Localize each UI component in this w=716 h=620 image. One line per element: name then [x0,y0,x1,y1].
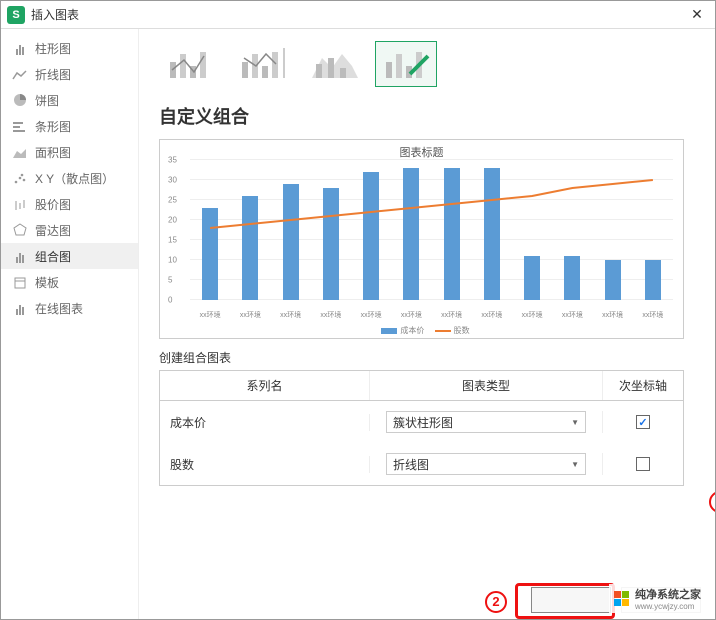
chevron-down-icon: ▼ [571,418,579,427]
col-series-name: 系列名 [160,371,370,400]
watermark-logo-icon [613,591,629,607]
sidebar-item-label: 折线图 [35,66,71,83]
series-row-1: 股数 折线图▼ [160,443,683,485]
sidebar-item-column[interactable]: 柱形图 [1,35,138,61]
callout-1: 1 [709,491,715,513]
sidebar-item-stock[interactable]: 股价图 [1,191,138,217]
sidebar-item-radar[interactable]: 雷达图 [1,217,138,243]
insert-chart-dialog: S 插入图表 ✕ 柱形图 折线图 饼图 条形图 面积图 X Y（散点图） 股价图… [0,0,716,620]
sidebar-item-label: 在线图表 [35,300,83,317]
chevron-down-icon: ▼ [571,460,579,469]
sidebar-item-area[interactable]: 面积图 [1,139,138,165]
chart-title: 图表标题 [160,140,683,160]
col-secondary-axis: 次坐标轴 [603,371,683,400]
sidebar-item-pie[interactable]: 饼图 [1,87,138,113]
section-title: 自定义组合 [159,103,695,129]
subtype-2[interactable] [231,41,293,87]
titlebar: S 插入图表 ✕ [1,1,715,29]
chart-type-select-1[interactable]: 折线图▼ [386,453,586,475]
combo-chart-icon [11,249,29,263]
main-panel: 自定义组合 图表标题 05101520253035 xx环境xx环境xx环境xx… [139,29,715,619]
sidebar-item-template[interactable]: 模板 [1,269,138,295]
sidebar-item-label: 股价图 [35,196,71,213]
series-table-head: 系列名 图表类型 次坐标轴 [160,371,683,401]
col-chart-type: 图表类型 [370,371,603,400]
secondary-axis-checkbox-0[interactable]: ✓ [636,415,650,429]
sidebar-item-label: 饼图 [35,92,59,109]
sidebar-item-label: 模板 [35,274,59,291]
chart-legend: 成本价 股数 [160,325,683,336]
sidebar-item-online[interactable]: 在线图表 [1,295,138,321]
annotation-box-2 [515,583,615,619]
subtype-3[interactable] [303,41,365,87]
sidebar-item-label: X Y（散点图） [35,170,114,187]
watermark: 纯净系统之家 www.ycwjzy.com [609,584,705,613]
sidebar-item-label: 面积图 [35,144,71,161]
area-chart-icon [11,145,29,159]
chart-type-sidebar: 柱形图 折线图 饼图 条形图 面积图 X Y（散点图） 股价图 雷达图 组合图 … [1,29,139,619]
legend-swatch-line [435,330,451,332]
scatter-chart-icon [11,171,29,185]
secondary-axis-checkbox-1[interactable] [636,457,650,471]
callout-2: 2 [485,591,507,613]
sidebar-item-combo[interactable]: 组合图 [1,243,138,269]
chart-preview: 图表标题 05101520253035 xx环境xx环境xx环境xx环境xx环境… [159,139,684,339]
sidebar-item-bar[interactable]: 条形图 [1,113,138,139]
series-table: 系列名 图表类型 次坐标轴 成本价 簇状柱形图▼ ✓ 股数 折线图▼ [159,370,684,486]
line-chart-icon [11,67,29,81]
watermark-name: 纯净系统之家 [635,586,701,602]
radar-chart-icon [11,223,29,237]
watermark-url: www.ycwjzy.com [635,602,701,611]
series-name: 股数 [160,456,370,473]
subtype-1[interactable] [159,41,221,87]
dialog-title: 插入图表 [31,6,685,23]
pie-chart-icon [11,93,29,107]
sidebar-item-label: 组合图 [35,248,71,265]
sidebar-item-label: 条形图 [35,118,71,135]
sidebar-item-label: 雷达图 [35,222,71,239]
chart-type-select-0[interactable]: 簇状柱形图▼ [386,411,586,433]
app-icon: S [7,6,25,24]
series-row-0: 成本价 簇状柱形图▼ ✓ [160,401,683,443]
sidebar-item-scatter[interactable]: X Y（散点图） [1,165,138,191]
online-chart-icon [11,301,29,315]
legend-swatch-bar [381,328,397,334]
stock-chart-icon [11,197,29,211]
sidebar-item-line[interactable]: 折线图 [1,61,138,87]
subtype-4[interactable] [375,41,437,87]
subtype-row [159,41,695,87]
sidebar-item-label: 柱形图 [35,40,71,57]
close-icon[interactable]: ✕ [685,6,709,23]
column-chart-icon [11,41,29,55]
series-name: 成本价 [160,414,370,431]
section-subtitle: 创建组合图表 [159,349,695,366]
template-icon [11,275,29,289]
bar-chart-icon [11,119,29,133]
